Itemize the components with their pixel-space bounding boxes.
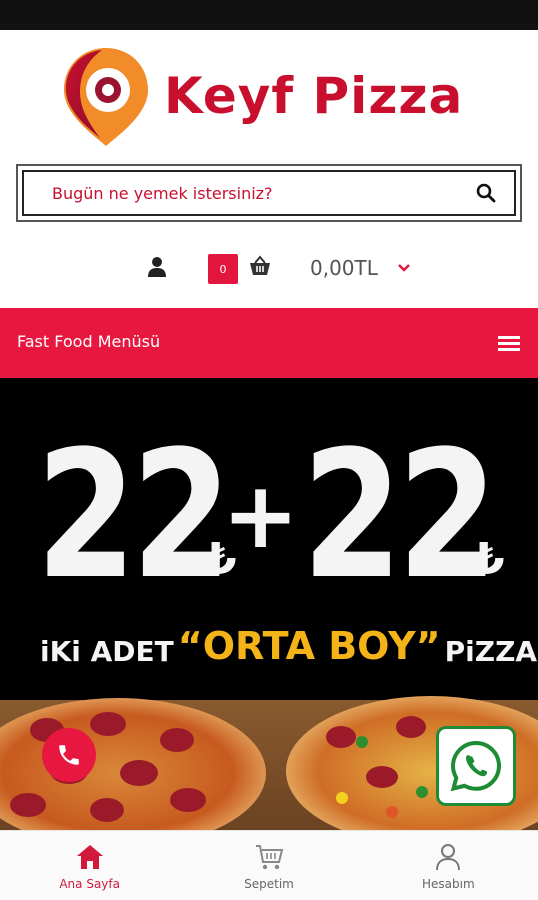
search-icon: [476, 183, 496, 203]
search-input[interactable]: [24, 172, 458, 214]
bottom-navigation: Ana Sayfa Sepetim Hesabım: [0, 830, 538, 900]
cart-count-badge[interactable]: 0: [208, 254, 238, 284]
promo-suffix: PiZZA: [444, 635, 538, 668]
nav-cart[interactable]: Sepetim: [179, 831, 358, 900]
whatsapp-icon: [450, 740, 502, 792]
currency-left: ₺: [206, 534, 237, 585]
price-right: 22: [302, 413, 498, 618]
search-box: [22, 170, 516, 216]
currency-right: ₺: [474, 534, 505, 585]
user-bar: 0 0,00TL: [0, 246, 538, 290]
promo-prefix: iKi ADET: [40, 635, 174, 668]
category-menu-bar[interactable]: Fast Food Menüsü: [0, 308, 538, 378]
brand-logo[interactable]: Keyf Pizza: [58, 44, 478, 148]
location-pin-logo-icon: [64, 48, 148, 146]
menu-title: Fast Food Menüsü: [17, 332, 161, 351]
chevron-down-icon[interactable]: [396, 260, 412, 276]
status-bar: [0, 0, 538, 30]
promo-text: iKi ADET “ORTA BOY” PiZZA: [40, 618, 537, 668]
header: Keyf Pizza 0 0,00TL: [0, 30, 538, 308]
phone-icon: [59, 745, 79, 765]
cart-total[interactable]: 0,00TL: [310, 256, 378, 280]
basket-icon[interactable]: [248, 254, 272, 278]
search-button[interactable]: [458, 172, 514, 214]
search-bar: [16, 164, 522, 222]
nav-cart-label: Sepetim: [244, 877, 294, 891]
whatsapp-button[interactable]: [436, 726, 516, 806]
promo-highlight: “ORTA BOY”: [177, 624, 441, 668]
price-left: 22: [36, 413, 232, 618]
nav-account-label: Hesabım: [421, 877, 475, 891]
brand-name: Keyf Pizza: [164, 67, 464, 125]
account-icon[interactable]: [146, 256, 168, 278]
user-icon: [436, 844, 461, 871]
cart-icon: [255, 845, 284, 870]
call-button[interactable]: [42, 728, 96, 782]
hamburger-menu-icon[interactable]: [498, 334, 520, 352]
nav-account[interactable]: Hesabım: [359, 831, 538, 900]
nav-home[interactable]: Ana Sayfa: [0, 831, 179, 900]
nav-home-label: Ana Sayfa: [59, 877, 120, 891]
home-icon: [76, 845, 103, 869]
